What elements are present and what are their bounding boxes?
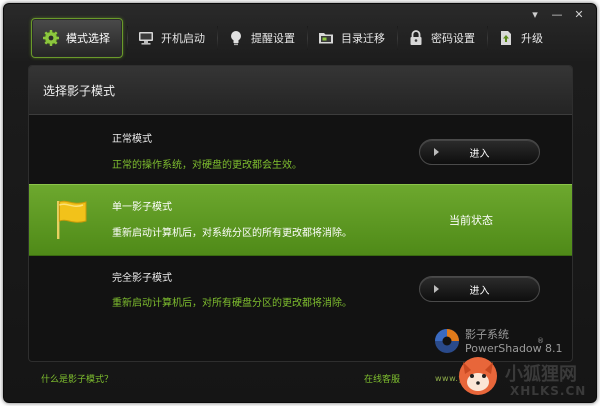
tab-password[interactable]: 密码设置	[397, 18, 487, 58]
fox-watermark-icon	[459, 357, 497, 395]
online-service-link[interactable]: 在线客服	[364, 372, 400, 385]
tab-label: 密码设置	[431, 32, 475, 45]
mode-panel: 选择影子模式 正常模式 正常的操作系统，对硬盘的更改都会生效。 进入 单一影子模…	[28, 65, 573, 362]
lightbulb-icon	[227, 29, 245, 47]
mode-description: 重新启动计算机后，对系统分区的所有更改都将消除。	[112, 228, 352, 239]
registered-mark: ®	[537, 337, 544, 345]
page-title: 选择影子模式	[43, 83, 116, 98]
mode-description: 重新启动计算机后，对所有硬盘分区的更改都将消除。	[112, 298, 352, 309]
upgrade-icon	[497, 29, 515, 47]
what-is-shadow-mode-link[interactable]: 什么是影子模式？	[41, 372, 113, 385]
mode-description: 正常的操作系统，对硬盘的更改都会生效。	[112, 160, 302, 171]
tab-startup[interactable]: 开机启动	[127, 18, 217, 58]
tab-directory-migrate[interactable]: 目录迁移	[307, 18, 397, 58]
flag-icon	[57, 200, 87, 239]
tab-upgrade[interactable]: 升级	[487, 18, 555, 58]
button-label: 进入	[469, 148, 490, 160]
watermark-name-cn: 小狐狸网	[505, 364, 577, 385]
mode-row-full-shadow: 完全影子模式 重新启动计算机后，对所有硬盘分区的更改都将消除。 进入	[29, 256, 572, 324]
brand-version: 8.1	[545, 342, 563, 355]
tab-label: 提醒设置	[251, 32, 295, 45]
tab-label: 目录迁移	[341, 32, 385, 45]
play-arrow-icon	[434, 285, 439, 293]
current-state-label: 当前状态	[449, 214, 493, 227]
mode-title: 单一影子模式	[112, 202, 172, 213]
enter-normal-mode-button[interactable]: 进入	[419, 139, 540, 165]
powershadow-logo-icon	[435, 329, 459, 353]
play-arrow-icon	[434, 148, 439, 156]
folder-icon	[317, 29, 335, 47]
main-toolbar: 模式选择 开机启动 提醒设置 目录迁移 密码设置 升级	[31, 18, 555, 58]
app-window: ▾ — ✕ 模式选择 开机启动 提醒设置 目录迁移 密码设置 升级 选择影子模式…	[3, 3, 597, 403]
panel-heading: 选择影子模式	[29, 66, 572, 115]
tab-label: 模式选择	[66, 32, 110, 45]
mode-row-single-shadow: 单一影子模式 重新启动计算机后，对系统分区的所有更改都将消除。 当前状态	[29, 184, 572, 256]
close-button[interactable]: ✕	[572, 9, 586, 21]
enter-full-shadow-button[interactable]: 进入	[419, 276, 540, 302]
mode-title: 完全影子模式	[112, 273, 172, 284]
monitor-icon	[137, 29, 155, 47]
tab-mode-select[interactable]: 模式选择	[31, 18, 123, 58]
gear-icon	[42, 29, 60, 47]
tab-reminder[interactable]: 提醒设置	[217, 18, 307, 58]
tab-label: 升级	[521, 32, 543, 45]
watermark-name-en: XHLKS.CN	[510, 384, 587, 398]
brand-name-cn: 影子系统	[465, 328, 509, 341]
button-label: 进入	[469, 285, 490, 297]
lock-icon	[407, 29, 425, 47]
mode-title: 正常模式	[112, 134, 152, 145]
mode-row-normal: 正常模式 正常的操作系统，对硬盘的更改都会生效。 进入	[29, 116, 572, 184]
tab-label: 开机启动	[161, 32, 205, 45]
